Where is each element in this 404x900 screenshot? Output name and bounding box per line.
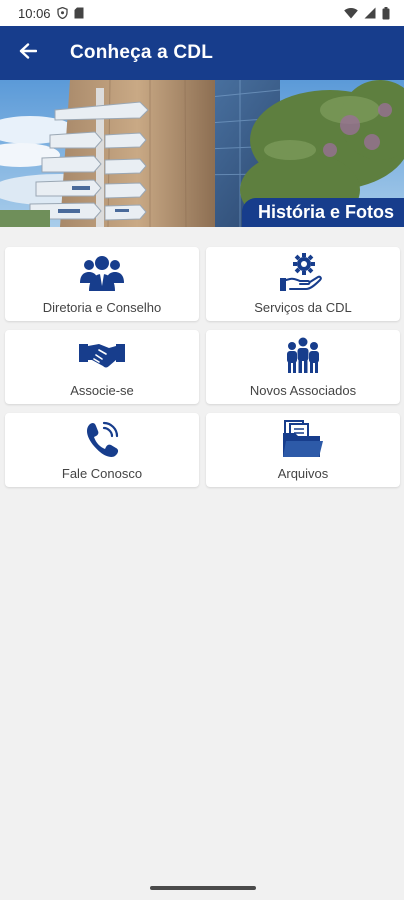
- services-gear-hand-icon: [280, 253, 326, 293]
- menu-item-label: Arquivos: [277, 466, 329, 481]
- menu-item-associe-se[interactable]: Associe-se: [5, 330, 199, 404]
- menu-item-label: Diretoria e Conselho: [42, 300, 162, 315]
- status-bar: 10:06: [0, 0, 404, 26]
- handshake-icon: [79, 336, 125, 376]
- menu-item-label: Associe-se: [70, 383, 134, 398]
- folder-files-icon: [282, 419, 324, 459]
- menu-item-fale-conosco[interactable]: Fale Conosco: [5, 413, 199, 487]
- page-title: Conheça a CDL: [70, 42, 214, 63]
- cell-signal-icon: [364, 7, 376, 19]
- vpn-shield-icon: [56, 7, 68, 19]
- menu-item-label: Fale Conosco: [61, 466, 143, 481]
- phone-icon: [84, 419, 120, 459]
- menu-item-arquivos[interactable]: Arquivos: [206, 413, 400, 487]
- new-members-icon: [285, 336, 321, 376]
- menu-grid: Diretoria e Conselho Serviços da CDL Ass…: [5, 247, 400, 487]
- board-people-icon: [80, 253, 124, 293]
- sd-card-icon: [74, 7, 84, 19]
- history-photos-banner[interactable]: História e Fotos: [0, 80, 404, 227]
- back-button[interactable]: [0, 26, 56, 80]
- menu-item-label: Serviços da CDL: [254, 300, 352, 315]
- menu-item-novos-associados[interactable]: Novos Associados: [206, 330, 400, 404]
- menu-item-label: Novos Associados: [249, 383, 357, 398]
- gesture-navigation-handle[interactable]: [150, 886, 256, 890]
- menu-item-diretoria[interactable]: Diretoria e Conselho: [5, 247, 199, 321]
- banner-label: História e Fotos: [241, 198, 404, 227]
- battery-icon: [382, 6, 390, 20]
- menu-item-servicos[interactable]: Serviços da CDL: [206, 247, 400, 321]
- arrow-back-icon: [19, 42, 38, 64]
- wifi-icon: [344, 7, 358, 19]
- status-time: 10:06: [18, 5, 51, 21]
- app-bar: Conheça a CDL: [0, 26, 404, 80]
